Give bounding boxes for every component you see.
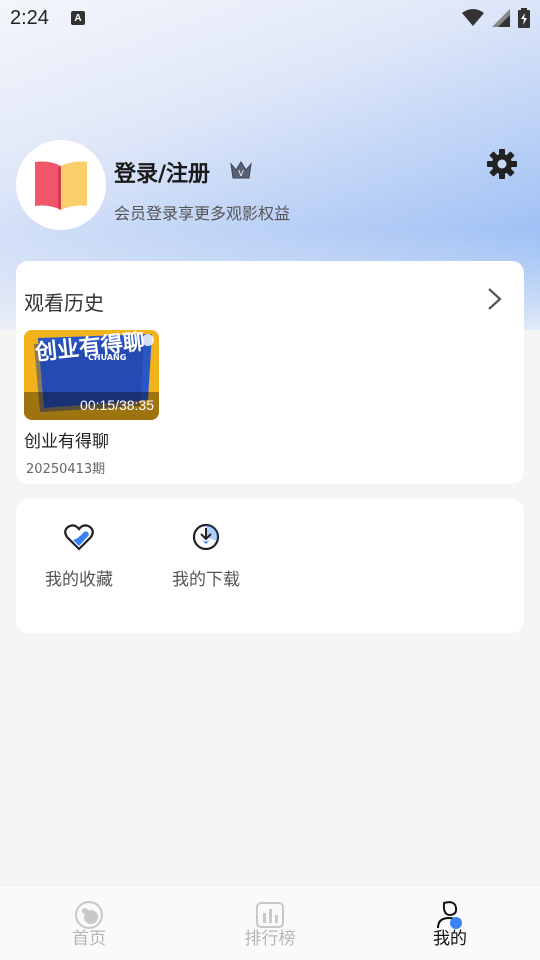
my-favorites-button[interactable]: 我的收藏 (29, 521, 129, 590)
history-video-thumbnail[interactable]: 创业有得聊 CHUANG 00:15/38:35 (24, 330, 159, 420)
watch-history-title[interactable]: 观看历史 (24, 287, 104, 316)
my-downloads-label: 我的下载 (172, 570, 240, 590)
vip-crown-icon: V (230, 161, 252, 179)
notification-a-icon: A (70, 11, 85, 25)
status-time: 2:24 (10, 6, 49, 29)
my-downloads-button[interactable]: 我的下载 (156, 521, 256, 590)
tab-ranking-label: 排行榜 (244, 929, 296, 949)
vip-crown-letter: V (238, 169, 244, 178)
heart-icon (64, 524, 94, 551)
tab-home-label: 首页 (72, 929, 106, 949)
status-bar: 2:24 A (0, 0, 540, 36)
watch-progress: 00:15/38:35 (80, 397, 154, 413)
login-register-link[interactable]: 登录/注册 (114, 156, 210, 188)
profile-header: 登录/注册 V 会员登录享更多观影权益 (16, 140, 524, 232)
shortcuts-card: 我的收藏 我的下载 (16, 499, 524, 633)
tab-ranking[interactable]: 排行榜 (225, 900, 315, 949)
history-video-episode: 20250413期 (26, 462, 106, 477)
settings-gear-icon[interactable] (486, 148, 518, 180)
avatar[interactable] (16, 140, 106, 230)
chevron-right-icon[interactable] (482, 287, 506, 311)
download-icon (192, 523, 220, 551)
bottom-tab-bar: 首页 排行榜 我的 (0, 885, 540, 960)
battery-icon (518, 8, 530, 28)
watch-history-card: 观看历史 创业有得聊 CHUANG 00:15/38:35 创业有得聊 2025… (16, 261, 524, 484)
wifi-icon (462, 9, 484, 26)
tab-mine-label: 我的 (433, 929, 467, 949)
thumbnail-en-text: CHUANG (88, 353, 126, 362)
tab-mine[interactable]: 我的 (405, 900, 495, 949)
my-favorites-label: 我的收藏 (45, 570, 113, 590)
signal-icon (492, 9, 510, 27)
login-subtitle: 会员登录享更多观影权益 (114, 204, 291, 223)
book-logo-icon (35, 161, 87, 210)
history-video-title[interactable]: 创业有得聊 (24, 427, 109, 452)
tab-home[interactable]: 首页 (44, 900, 134, 949)
